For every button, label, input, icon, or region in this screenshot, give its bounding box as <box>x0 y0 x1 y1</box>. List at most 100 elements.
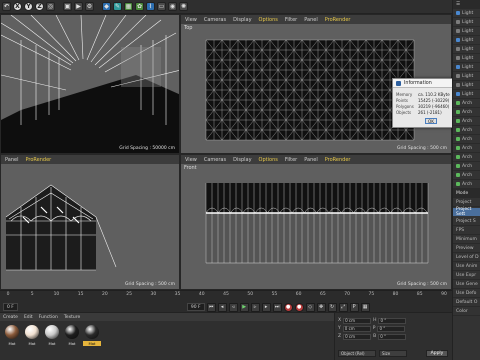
light-object-icon <box>456 20 460 24</box>
viewport-right[interactable]: Panel ProRender Grid Spacing : 500 cm <box>0 154 180 290</box>
coordinate-manager: X0 cm H 0 ° Y 0 cm P 0 ° Z 0 cm B 0 ° Object (Rel)… <box>334 312 452 360</box>
floor-icon[interactable]: ▭ <box>157 2 166 11</box>
object-list-item[interactable]: Light <box>453 18 480 27</box>
cube-icon[interactable]: ◆ <box>102 2 111 11</box>
property-row[interactable]: Use Anim <box>453 262 480 271</box>
material-swatch[interactable]: Mat <box>3 325 21 346</box>
camera-icon[interactable]: ◉ <box>168 2 177 11</box>
timeline[interactable]: 0 5 10 15 20 25 30 35 40 45 50 55 60 65 70 75 80 85 90 0 F… <box>0 290 452 312</box>
coordinate-mode-select[interactable]: Object (Rel) <box>338 350 376 357</box>
rotate-key-icon[interactable]: ↻ <box>327 302 337 312</box>
start-frame-field[interactable]: 0 F <box>3 303 18 311</box>
rotation-field[interactable]: 0 ° <box>377 325 406 332</box>
next-frame-icon[interactable]: ▹ <box>250 302 260 312</box>
menu-edit[interactable]: Edit <box>24 315 33 320</box>
property-row[interactable]: FPS <box>453 226 480 235</box>
material-swatch[interactable]: Mat <box>23 325 41 346</box>
grid-spacing-label: Grid Spacing : 500 cm <box>124 282 175 287</box>
size-mode-select[interactable]: Size <box>379 350 407 357</box>
object-list-item[interactable]: Light <box>453 90 480 99</box>
deformer-icon[interactable]: ⌇ <box>146 2 155 11</box>
object-list-item[interactable]: Arch <box>453 162 480 171</box>
property-row[interactable]: Minimum <box>453 235 480 244</box>
tab-project-settings[interactable]: Project Sett <box>453 207 480 217</box>
axis-y-button[interactable]: Y <box>24 2 33 11</box>
object-list-item[interactable]: Light <box>453 9 480 18</box>
position-field[interactable]: 0 cm <box>343 317 372 324</box>
light-icon[interactable]: ✺ <box>179 2 188 11</box>
material-swatch[interactable]: Mat <box>43 325 61 346</box>
prev-key-icon[interactable]: ◂ <box>217 302 227 312</box>
render-view-icon[interactable]: ▶ <box>74 2 83 11</box>
end-frame-field[interactable]: 90 F <box>186 303 205 311</box>
material-name: Mat <box>68 341 76 346</box>
coordinate-system-icon[interactable]: ◎ <box>46 2 55 11</box>
keyframe-selection-icon[interactable]: ◇ <box>305 302 315 312</box>
record-icon[interactable]: ● <box>283 302 293 312</box>
object-name: Light <box>462 46 474 52</box>
object-list-item[interactable]: Light <box>453 72 480 81</box>
property-row[interactable]: Use Defo <box>453 289 480 298</box>
play-icon[interactable]: ▶ <box>239 302 249 312</box>
object-list-item[interactable]: Arch <box>453 144 480 153</box>
array-icon[interactable]: ✿ <box>135 2 144 11</box>
object-list-item[interactable]: Arch <box>453 99 480 108</box>
pla-key-icon[interactable]: ▦ <box>360 302 370 312</box>
material-swatch[interactable]: Mat <box>83 325 101 346</box>
mode-header[interactable]: Mode <box>453 189 480 198</box>
param-key-icon[interactable]: P <box>349 302 359 312</box>
info-value: 261 (-2181) <box>418 109 442 115</box>
position-field[interactable]: 0 cm <box>342 325 371 332</box>
object-list-item[interactable]: Arch <box>453 117 480 126</box>
rotation-field[interactable]: 0 ° <box>378 333 407 340</box>
object-list-item[interactable]: Arch <box>453 153 480 162</box>
object-list-item[interactable]: Arch <box>453 180 480 189</box>
pen-icon[interactable]: ✎ <box>113 2 122 11</box>
object-list-item[interactable]: Arch <box>453 135 480 144</box>
material-name: Mat <box>48 341 56 346</box>
apply-button[interactable]: Apply <box>426 350 448 357</box>
rotation-field[interactable]: 0 ° <box>378 317 407 324</box>
menu-texture[interactable]: Texture <box>64 315 80 320</box>
scale-key-icon[interactable]: ⤢ <box>338 302 348 312</box>
next-key-icon[interactable]: ▸ <box>261 302 271 312</box>
object-list-item[interactable]: Light <box>453 63 480 72</box>
object-list-item[interactable]: Arch <box>453 108 480 117</box>
undo-icon[interactable]: ↶ <box>2 2 11 11</box>
object-list-lower: Arch Arch Arch Arch Arch Arch Arch Arch Arch Arch <box>453 99 480 189</box>
object-list-item[interactable]: Light <box>453 54 480 63</box>
render-region-icon[interactable]: ▣ <box>63 2 72 11</box>
prev-frame-icon[interactable]: ◃ <box>228 302 238 312</box>
position-field[interactable]: 0 cm <box>343 333 372 340</box>
property-row[interactable]: Use Expr <box>453 271 480 280</box>
menu-create[interactable]: Create <box>3 315 18 320</box>
property-row[interactable]: Preview <box>453 244 480 253</box>
object-list-item[interactable]: Light <box>453 36 480 45</box>
info-value: ca. 110.2 KByte <box>418 91 450 97</box>
goto-end-icon[interactable]: ⏭ <box>272 302 282 312</box>
property-row[interactable]: Default O <box>453 298 480 307</box>
viewport-perspective[interactable]: Grid Spacing : 50000 cm <box>0 14 180 154</box>
material-swatch[interactable]: Mat <box>63 325 81 346</box>
move-key-icon[interactable]: ✥ <box>316 302 326 312</box>
object-list-item[interactable]: Light <box>453 45 480 54</box>
property-row[interactable]: Color <box>453 307 480 316</box>
goto-start-icon[interactable]: ⏮ <box>206 302 216 312</box>
ok-button[interactable]: OK <box>425 118 437 124</box>
object-list-item[interactable]: Arch <box>453 126 480 135</box>
object-name: Arch <box>462 100 473 106</box>
object-list-item[interactable]: Arch <box>453 171 480 180</box>
timeline-ruler[interactable]: 0 5 10 15 20 25 30 35 40 45 50 55 60 65 70 75 80 85 90 <box>0 291 452 300</box>
object-list-item[interactable]: Light <box>453 27 480 36</box>
main-toolbar: ↶ X Y Z ◎ ▣ ▶ ⚙ ◆ ✎ ▦ ✿ ⌇ ▭ ◉ ✺ <box>0 0 452 14</box>
object-list-item[interactable]: Light <box>453 81 480 90</box>
property-row[interactable]: Level of D <box>453 253 480 262</box>
subdivision-icon[interactable]: ▦ <box>124 2 133 11</box>
autokey-icon[interactable]: ● <box>294 302 304 312</box>
viewport-front[interactable]: View Cameras Display Options Filter Pane… <box>180 154 452 290</box>
axis-z-button[interactable]: Z <box>35 2 44 11</box>
axis-x-button[interactable]: X <box>13 2 22 11</box>
menu-function[interactable]: Function <box>39 315 58 320</box>
render-settings-icon[interactable]: ⚙ <box>85 2 94 11</box>
property-row[interactable]: Use Gene <box>453 280 480 289</box>
